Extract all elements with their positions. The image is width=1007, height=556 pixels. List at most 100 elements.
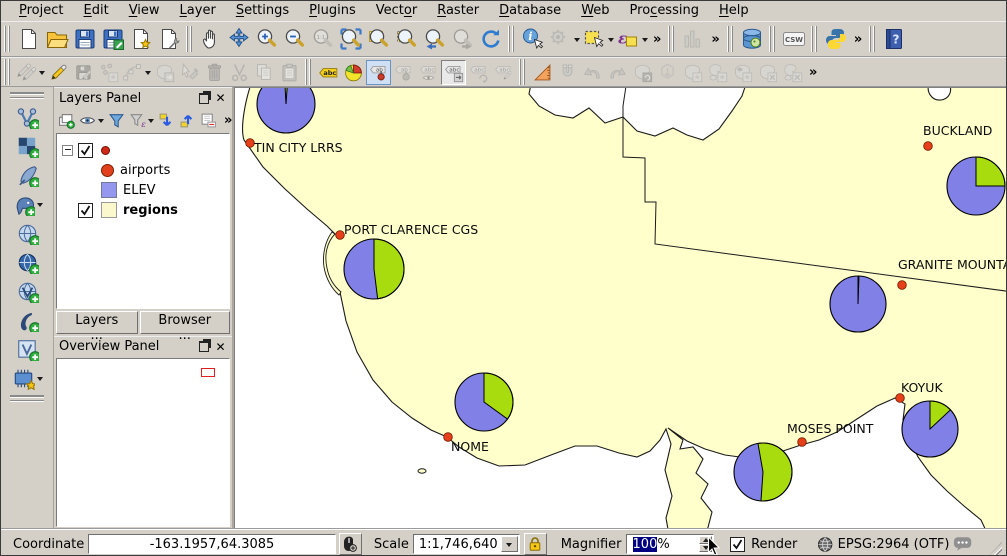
menu-view[interactable]: View — [119, 2, 170, 20]
layers-panel-add-group-button[interactable] — [57, 111, 76, 130]
magnifier-spin-up[interactable] — [699, 536, 712, 544]
pin-labels-button[interactable]: ab — [366, 60, 391, 85]
menu-plugins[interactable]: Plugins — [299, 2, 366, 20]
resize-grip[interactable] — [987, 542, 1002, 556]
zoom-last-button[interactable] — [421, 24, 449, 54]
add-oracle-layer-button[interactable] — [12, 306, 42, 335]
menu-raster[interactable]: Raster — [427, 2, 489, 20]
select-by-expression-dropdown-arrow[interactable] — [642, 38, 648, 45]
layer-diagrams-button[interactable] — [341, 60, 366, 85]
toolbar-overflow-button[interactable]: » — [805, 65, 821, 80]
layers-panel-float-icon[interactable] — [197, 92, 210, 105]
coordinate-input[interactable] — [88, 534, 336, 554]
python-console-button[interactable] — [822, 24, 850, 54]
crs-status[interactable]: EPSG:2964 (OTF) — [838, 537, 950, 552]
log-messages-icon[interactable] — [953, 536, 972, 552]
open-project-button[interactable] — [43, 24, 71, 54]
layer-row-airports[interactable]: airports — [57, 140, 229, 160]
menu-settings[interactable]: Settings — [226, 2, 299, 20]
menu-database[interactable]: Database — [489, 2, 571, 20]
dropdown-arrow[interactable] — [98, 119, 104, 126]
map-canvas[interactable]: TIN CITY LRRSPORT CLARENCE CGSNOMEBUCKLA… — [234, 87, 1006, 529]
scale-lock-button[interactable] — [524, 533, 547, 555]
layers-panel-expand-all-button[interactable] — [157, 111, 176, 130]
overview-panel-float-icon[interactable] — [197, 340, 210, 353]
metasearch-button[interactable]: CSW — [780, 24, 808, 54]
add-spatialite-layer-button[interactable] — [12, 219, 42, 248]
legend-row-airports[interactable]: airports — [57, 160, 229, 180]
layer-visibility-checkbox[interactable] — [78, 203, 93, 218]
db-manager-button[interactable] — [738, 24, 766, 54]
select-by-expression-button[interactable]: ε — [615, 24, 649, 54]
add-wfs-layer-button[interactable] — [12, 277, 42, 306]
scale-dropdown-arrow[interactable] — [501, 536, 518, 552]
toolbar-handle[interactable] — [4, 59, 12, 85]
pan-map-button[interactable] — [197, 24, 225, 54]
toolbar-handle[interactable] — [305, 59, 313, 85]
add-vector-layer-button[interactable] — [12, 103, 42, 132]
menu-project[interactable]: Project — [9, 2, 74, 20]
toolbar-overflow-button[interactable]: » — [850, 32, 866, 47]
measure-button[interactable] — [530, 60, 555, 85]
layer-row-regions[interactable]: regions — [57, 200, 229, 220]
toolbar-handle[interactable] — [811, 26, 819, 52]
layers-tab[interactable]: Layers ... — [56, 311, 138, 334]
toolbar-handle[interactable] — [186, 26, 194, 52]
menu-layer[interactable]: Layer — [170, 2, 226, 20]
layers-panel-visibility-button[interactable] — [78, 111, 105, 130]
toolbar-overflow-button[interactable]: » — [707, 32, 723, 47]
menu-edit[interactable]: Edit — [74, 2, 119, 20]
select-features-button[interactable] — [581, 24, 615, 54]
new-layer-button[interactable] — [12, 364, 43, 393]
add-postgis-layer-dropdown-arrow[interactable] — [37, 203, 43, 210]
toolbar-handle[interactable] — [519, 59, 527, 85]
refresh-button[interactable] — [477, 24, 505, 54]
new-composer-button[interactable] — [127, 24, 155, 54]
layers-panel-close-icon[interactable]: ✕ — [214, 92, 227, 105]
layers-panel-collapse-all-button[interactable] — [178, 111, 197, 130]
identify-features-button[interactable]: i — [519, 24, 547, 54]
menu-processing[interactable]: Processing — [620, 2, 709, 20]
pan-to-selection-button[interactable] — [225, 24, 253, 54]
magnifier-spin-down[interactable] — [699, 544, 712, 552]
layers-panel-filter-expression-button[interactable]: ε — [128, 111, 155, 130]
toolbar-handle[interactable] — [727, 26, 735, 52]
add-raster-layer-button[interactable] — [12, 132, 42, 161]
overview-panel-close-icon[interactable]: ✕ — [214, 340, 227, 353]
toolbar-overflow-button[interactable]: » — [649, 32, 665, 47]
zoom-to-layer-button[interactable] — [365, 24, 393, 54]
menu-help[interactable]: Help — [709, 2, 759, 20]
crs-globe-icon[interactable] — [817, 536, 833, 553]
toggle-editing-button[interactable] — [46, 60, 71, 85]
tree-expander[interactable] — [62, 145, 73, 156]
add-wms-layer-button[interactable] — [12, 248, 42, 277]
legend-row-elev[interactable]: ELEV — [57, 180, 229, 200]
toolbar-handle[interactable] — [508, 26, 516, 52]
zoom-in-button[interactable] — [253, 24, 281, 54]
layer-name[interactable]: airports — [116, 143, 174, 158]
zoom-full-button[interactable] — [337, 24, 365, 54]
layers-panel-filter-button[interactable] — [107, 111, 126, 130]
layer-labeling-button[interactable]: abc — [316, 60, 341, 85]
toolbar-handle[interactable] — [10, 395, 44, 402]
browser-tab[interactable]: Browser ... — [140, 311, 231, 334]
toolbar-handle[interactable] — [869, 26, 877, 52]
menu-web[interactable]: Web — [571, 2, 619, 20]
toolbar-handle[interactable] — [4, 26, 12, 52]
dropdown-arrow[interactable] — [148, 119, 154, 126]
extents-toggle-button[interactable] — [339, 533, 362, 555]
zoom-out-button[interactable] — [281, 24, 309, 54]
save-project-button[interactable] — [71, 24, 99, 54]
save-project-as-button[interactable] — [99, 24, 127, 54]
add-postgis-layer-button[interactable] — [12, 190, 43, 219]
overview-extent-rectangle[interactable] — [201, 368, 215, 377]
layer-visibility-checkbox[interactable] — [78, 143, 93, 158]
render-checkbox[interactable]: Render — [730, 537, 797, 552]
help-contents-button[interactable]: ? — [880, 24, 908, 54]
layer-name[interactable]: regions — [123, 203, 178, 218]
move-label-button[interactable]: abc — [441, 60, 466, 85]
layers-panel-remove-button[interactable] — [199, 111, 218, 130]
magnifier-spinbox[interactable]: 100% — [626, 534, 715, 554]
new-layer-dropdown-arrow[interactable] — [37, 377, 43, 384]
scale-combobox[interactable]: 1:1,746,640 — [413, 534, 520, 554]
